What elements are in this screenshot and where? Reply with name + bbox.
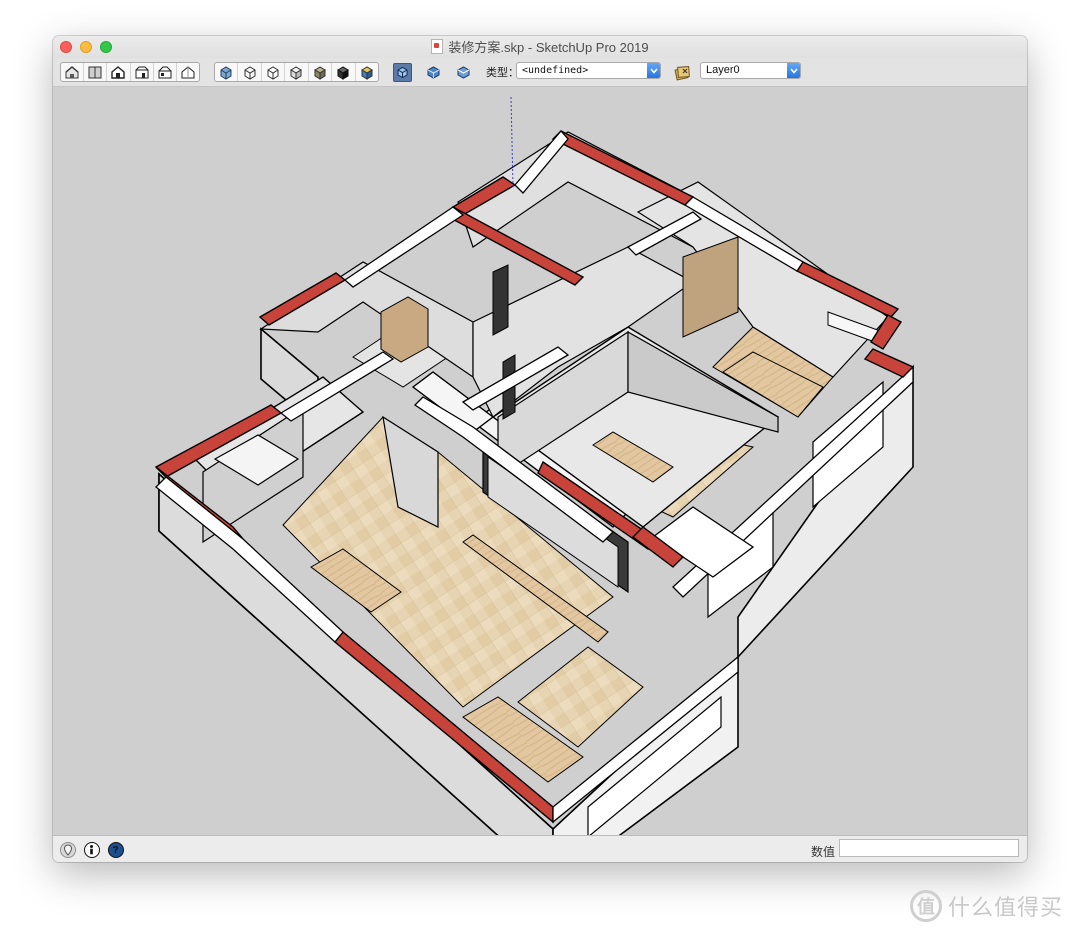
xray-button[interactable] [215,63,239,81]
sketchup-window: 装修方案.skp - SketchUp Pro 2019 类型： <undefi… [53,36,1027,862]
wardrobe [682,236,739,338]
help-icon: ? [112,845,118,856]
back-view-button[interactable] [154,63,177,81]
styles-toolbar [214,62,379,82]
hidden-line-icon [267,65,279,80]
shower-glass [492,264,509,336]
model-info-button[interactable] [453,63,473,81]
shaded-textures-button[interactable] [309,63,333,81]
wireframe-button[interactable] [238,63,262,81]
left-view-button[interactable] [177,63,199,81]
right-view-button[interactable] [131,63,154,81]
top-view-icon [88,66,102,78]
views-toolbar [60,62,200,82]
model-viewport[interactable] [53,87,1027,835]
title-bar[interactable]: 装修方案.skp - SketchUp Pro 2019 [53,36,1027,58]
monochrome-icon [337,65,350,80]
chevron-down-icon [790,67,798,74]
layer-manager-icon [674,65,690,81]
type-select-value: <undefined> [522,65,589,76]
back-edges-icon [360,65,373,80]
watermark-text: 什么值得买 [948,895,1064,920]
shaded-icon [290,65,303,80]
chevron-down-icon [650,67,658,74]
watermark: 值 什么值得买 [910,888,1063,924]
help-button[interactable]: ? [108,842,124,858]
shaded-textures-icon [313,65,326,80]
credits-button[interactable] [84,842,100,858]
make-component-icon [427,65,439,79]
measurements-label: 数值 [811,845,836,859]
window-title-wrap: 装修方案.skp - SketchUp Pro 2019 [53,39,1027,56]
model-info-icon [457,65,469,79]
layer-select-arrow [787,63,800,78]
left-view-icon [181,65,195,78]
back-edges-button[interactable] [356,63,378,81]
layer-manager-button[interactable] [672,63,694,81]
type-label: 类型： [486,67,519,79]
geo-location-button[interactable] [60,842,76,858]
floor-plan-model [154,96,915,835]
front-view-button[interactable] [107,63,131,81]
components-button[interactable] [393,63,412,82]
measurements-input[interactable] [839,839,1019,857]
geo-location-icon [63,844,73,856]
skp-file-icon [431,39,444,54]
type-select[interactable]: <undefined> [516,62,661,79]
main-toolbar: 类型： <undefined> Layer0 [53,58,1027,87]
back-view-icon [158,66,172,78]
type-select-arrow [647,63,660,78]
window-title: 装修方案.skp - SketchUp Pro 2019 [448,40,649,55]
svg-text:?: ? [112,845,118,856]
xray-icon [220,65,232,80]
watermark-logo: 值 [910,890,942,922]
watermark-logo-glyph: 值 [917,897,935,917]
iso-view-icon [65,65,79,78]
layer-select[interactable]: Layer0 [700,62,801,79]
top-view-button[interactable] [84,63,108,81]
status-bar: ? 数值 [53,835,1027,862]
credits-icon [90,845,93,855]
hidden-line-button[interactable] [262,63,286,81]
components-icon [397,66,408,79]
monochrome-button[interactable] [332,63,356,81]
layer-select-value: Layer0 [706,64,740,76]
iso-view-button[interactable] [61,63,85,81]
right-view-icon [135,66,149,78]
wireframe-icon [244,65,256,80]
make-component-button[interactable] [423,63,443,81]
shaded-button[interactable] [285,63,309,81]
front-view-icon [111,65,126,79]
